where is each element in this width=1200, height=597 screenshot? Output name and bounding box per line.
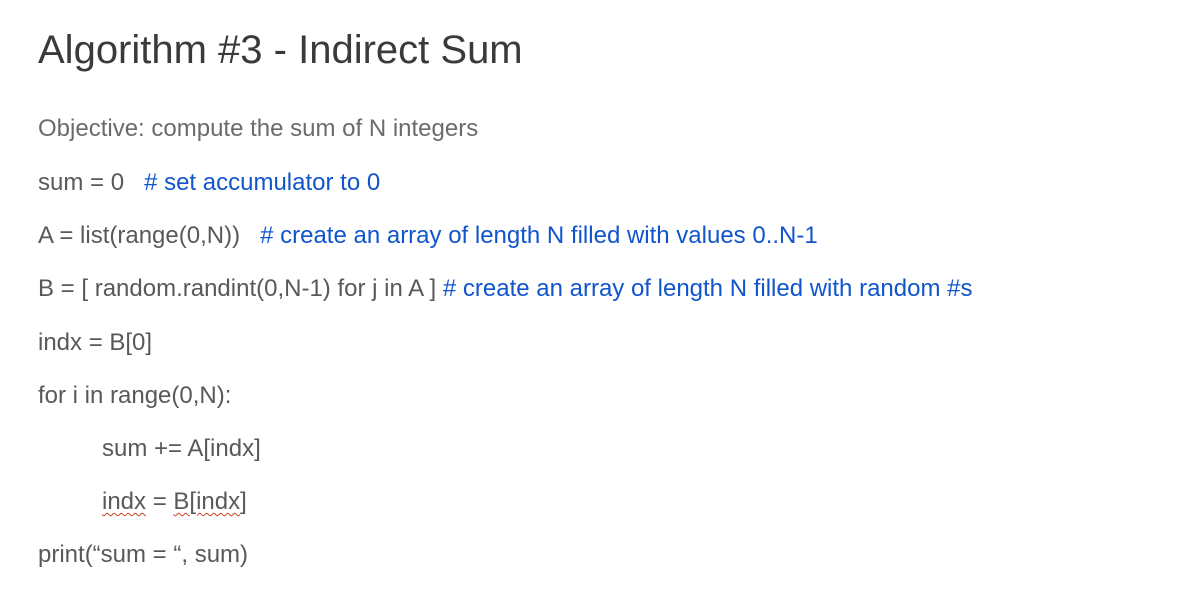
code-line-3: B = [ random.randint(0,N-1) for j in A ]… (38, 273, 1162, 304)
code-text: ] (240, 488, 247, 515)
gap (240, 222, 260, 249)
code-text: = (146, 488, 173, 515)
code-text: print(“sum = “, sum) (38, 541, 248, 568)
code-line-1: sum = 0 # set accumulator to 0 (38, 167, 1162, 198)
slide-title: Algorithm #3 - Indirect Sum (38, 28, 1162, 73)
gap (124, 169, 144, 196)
code-comment: # set accumulator to 0 (144, 169, 380, 196)
code-line-4: indx = B[0] (38, 327, 1162, 358)
objective-text: Objective: compute the sum of N integers (38, 115, 1162, 143)
code-text: A = list(range(0,N)) (38, 222, 240, 249)
code-comment: # create an array of length N filled wit… (260, 222, 818, 249)
spellcheck-underline: indx (102, 488, 146, 515)
code-text: for i in range(0,N): (38, 382, 231, 409)
code-text: B = [ random.randint(0,N-1) for j in A ] (38, 275, 443, 302)
code-text: sum += A[indx] (102, 435, 261, 462)
code-comment: # create an array of length N filled wit… (443, 275, 973, 302)
spellcheck-underline: B[indx (173, 488, 240, 515)
code-line-7: indx = B[indx] (38, 486, 1162, 517)
code-line-6: sum += A[indx] (38, 433, 1162, 464)
code-line-5: for i in range(0,N): (38, 380, 1162, 411)
code-text: sum = 0 (38, 169, 124, 196)
code-text: indx = B[0] (38, 329, 152, 356)
code-line-2: A = list(range(0,N)) # create an array o… (38, 220, 1162, 251)
code-line-8: print(“sum = “, sum) (38, 539, 1162, 570)
